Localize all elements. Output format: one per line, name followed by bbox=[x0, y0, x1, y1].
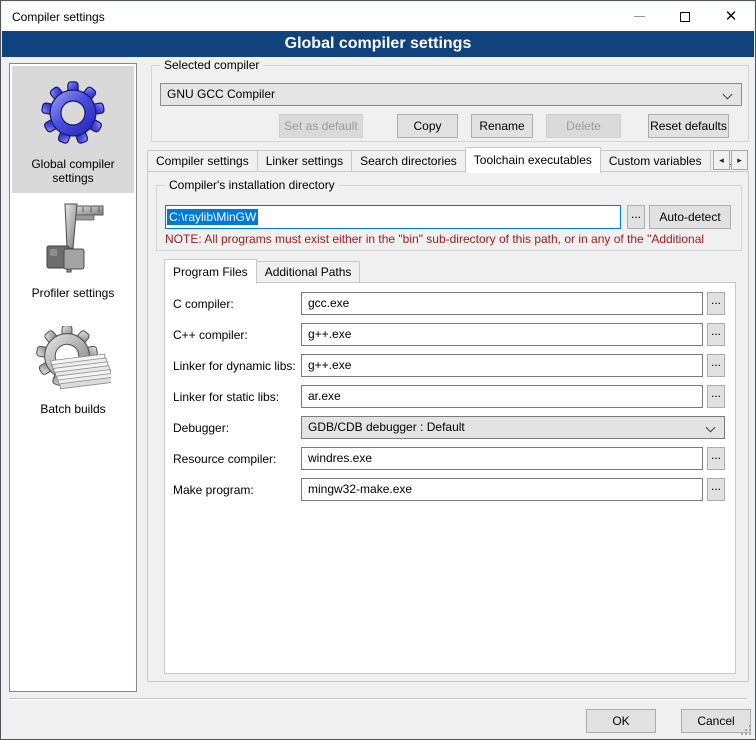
field-label: C++ compiler: bbox=[173, 328, 301, 342]
copy-button[interactable]: Copy bbox=[397, 114, 458, 138]
close-icon: ✕ bbox=[725, 9, 738, 24]
tab-scroll-right-button[interactable]: ▸ bbox=[731, 150, 748, 170]
install-directory-value: C:\raylib\MinGW bbox=[167, 209, 258, 225]
resource-compiler-input[interactable]: windres.exe bbox=[301, 447, 703, 470]
program-files-panel: C compiler: gcc.exe ... C++ compiler: g+… bbox=[164, 282, 736, 674]
sidebar-item-batch-builds[interactable]: Batch builds bbox=[12, 310, 134, 424]
gray-gear-stack-icon bbox=[12, 324, 134, 400]
c-compiler-input[interactable]: gcc.exe bbox=[301, 292, 703, 315]
browse-directory-button[interactable]: ... bbox=[627, 205, 645, 229]
compiler-select[interactable]: GNU GCC Compiler bbox=[160, 83, 742, 106]
tab-scroll-left-button[interactable]: ◂ bbox=[713, 150, 730, 170]
ok-button[interactable]: OK bbox=[586, 709, 656, 733]
static-linker-input[interactable]: ar.exe bbox=[301, 385, 703, 408]
tab-additional-paths[interactable]: Additional Paths bbox=[256, 261, 361, 283]
delete-button[interactable]: Delete bbox=[546, 114, 621, 138]
settings-tabstrip: Compiler settings Linker settings Search… bbox=[147, 146, 748, 172]
footer-divider bbox=[9, 698, 747, 700]
reset-defaults-button[interactable]: Reset defaults bbox=[648, 114, 729, 138]
selected-compiler-group-label: Selected compiler bbox=[160, 58, 263, 72]
field-label: Linker for static libs: bbox=[173, 390, 301, 404]
browse-button[interactable]: ... bbox=[707, 385, 725, 408]
debugger-row: Debugger: GDB/CDB debugger : Default bbox=[173, 416, 725, 439]
debugger-select[interactable]: GDB/CDB debugger : Default bbox=[301, 416, 725, 439]
maximize-icon bbox=[680, 12, 690, 22]
tab-program-files[interactable]: Program Files bbox=[164, 259, 257, 284]
tab-search-directories[interactable]: Search directories bbox=[351, 150, 466, 172]
minimize-icon bbox=[634, 16, 645, 17]
blue-gear-icon bbox=[12, 71, 134, 155]
make-program-row: Make program: mingw32-make.exe ... bbox=[173, 478, 725, 501]
caliper-icon bbox=[12, 200, 134, 284]
toolchain-fields: C compiler: gcc.exe ... C++ compiler: g+… bbox=[173, 292, 725, 509]
chevron-down-icon bbox=[706, 423, 716, 433]
rename-button[interactable]: Rename bbox=[471, 114, 533, 138]
resize-grip[interactable] bbox=[741, 725, 752, 736]
close-button[interactable]: ✕ bbox=[708, 2, 754, 31]
minimize-button[interactable] bbox=[616, 2, 662, 31]
tab-linker-settings[interactable]: Linker settings bbox=[257, 150, 352, 172]
sidebar-item-label: Batch builds bbox=[12, 400, 134, 424]
cpp-compiler-row: C++ compiler: g++.exe ... bbox=[173, 323, 725, 346]
field-label: Make program: bbox=[173, 483, 301, 497]
resource-compiler-row: Resource compiler: windres.exe ... bbox=[173, 447, 725, 470]
titlebar: Compiler settings ✕ bbox=[2, 2, 754, 31]
field-label: C compiler: bbox=[173, 297, 301, 311]
bin-subdirectory-note: NOTE: All programs must exist either in … bbox=[165, 232, 737, 246]
sidebar-item-profiler-settings[interactable]: Profiler settings bbox=[12, 195, 134, 308]
field-label: Resource compiler: bbox=[173, 452, 301, 466]
dynamic-linker-row: Linker for dynamic libs: g++.exe ... bbox=[173, 354, 725, 377]
static-linker-row: Linker for static libs: ar.exe ... bbox=[173, 385, 725, 408]
cpp-compiler-input[interactable]: g++.exe bbox=[301, 323, 703, 346]
window-controls: ✕ bbox=[616, 2, 754, 31]
tab-compiler-settings[interactable]: Compiler settings bbox=[147, 150, 258, 172]
field-label: Linker for dynamic libs: bbox=[173, 359, 301, 373]
compiler-select-value: GNU GCC Compiler bbox=[167, 87, 275, 101]
tab-custom-variables[interactable]: Custom variables bbox=[600, 150, 711, 172]
make-program-input[interactable]: mingw32-make.exe bbox=[301, 478, 703, 501]
maximize-button[interactable] bbox=[662, 2, 708, 31]
sidebar-item-label: Global compiler settings bbox=[12, 155, 134, 193]
browse-button[interactable]: ... bbox=[707, 323, 725, 346]
window-title: Compiler settings bbox=[12, 10, 105, 24]
compiler-settings-dialog: Compiler settings ✕ Global compiler sett… bbox=[0, 0, 756, 740]
c-compiler-row: C compiler: gcc.exe ... bbox=[173, 292, 725, 315]
settings-sidebar: Global compiler settings bbox=[9, 63, 137, 692]
chevron-down-icon bbox=[723, 90, 733, 100]
debugger-select-value: GDB/CDB debugger : Default bbox=[308, 420, 465, 434]
sidebar-item-global-compiler-settings[interactable]: Global compiler settings bbox=[12, 66, 134, 193]
browse-button[interactable]: ... bbox=[707, 478, 725, 501]
set-as-default-button[interactable]: Set as default bbox=[279, 114, 363, 138]
browse-button[interactable]: ... bbox=[707, 354, 725, 377]
field-label: Debugger: bbox=[173, 421, 301, 435]
auto-detect-button[interactable]: Auto-detect bbox=[649, 205, 731, 229]
install-directory-group: Compiler's installation directory C:\ray… bbox=[156, 185, 742, 251]
browse-button[interactable]: ... bbox=[707, 292, 725, 315]
toolchain-executables-panel: Compiler's installation directory C:\ray… bbox=[147, 171, 749, 682]
dynamic-linker-input[interactable]: g++.exe bbox=[301, 354, 703, 377]
install-directory-group-label: Compiler's installation directory bbox=[165, 178, 339, 192]
browse-button[interactable]: ... bbox=[707, 447, 725, 470]
sidebar-item-label: Profiler settings bbox=[12, 284, 134, 308]
tab-toolchain-executables[interactable]: Toolchain executables bbox=[465, 147, 601, 173]
install-directory-input[interactable]: C:\raylib\MinGW bbox=[165, 205, 621, 229]
page-title: Global compiler settings bbox=[2, 31, 754, 57]
program-tabstrip: Program Files Additional Paths bbox=[164, 258, 360, 283]
